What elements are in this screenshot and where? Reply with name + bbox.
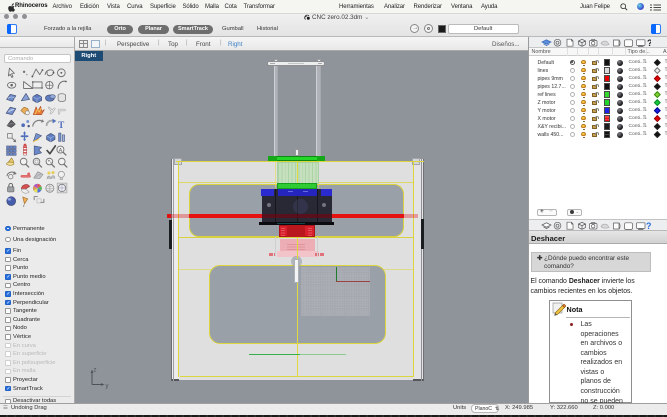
svg-text:?: ? xyxy=(647,38,651,48)
svg-text:A: A xyxy=(59,148,63,154)
svg-text:T: T xyxy=(58,120,64,130)
svg-text:z: z xyxy=(93,367,96,373)
svg-text:y: y xyxy=(105,383,108,389)
svg-text:?: ? xyxy=(646,221,651,231)
